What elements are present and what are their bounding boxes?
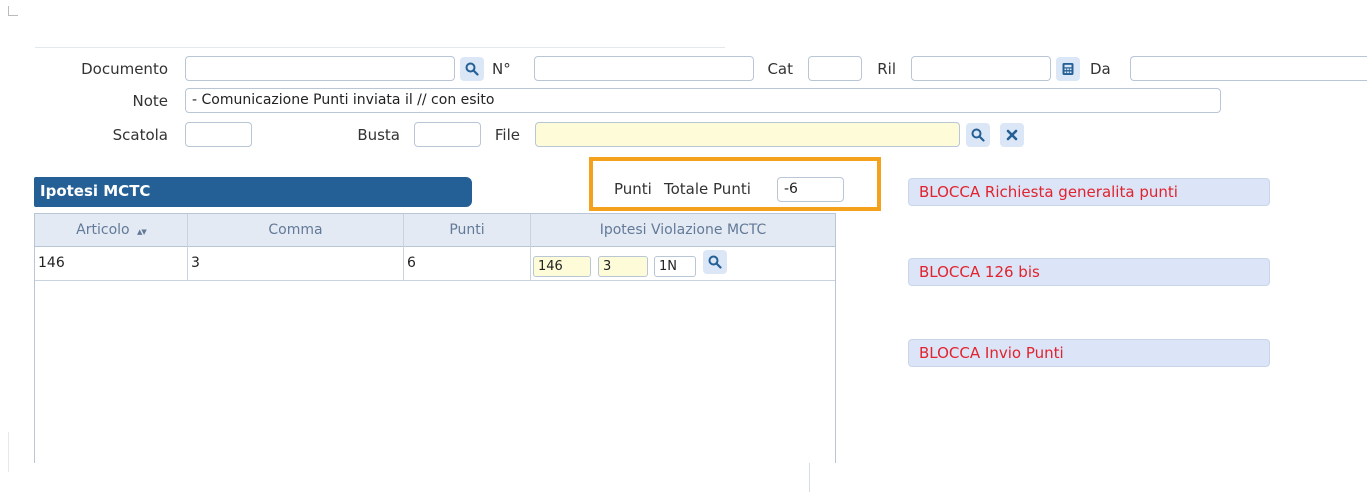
divider: [809, 463, 810, 492]
file-clear-button[interactable]: [1000, 123, 1024, 147]
numero-label: N°: [492, 60, 511, 78]
ipotesi-comma-field[interactable]: 3: [598, 256, 648, 277]
documento-field[interactable]: [185, 56, 455, 81]
scatola-label: Scatola: [112, 126, 168, 144]
divider: [8, 432, 9, 472]
section-title-ipotesi-mctc: Ipotesi MCTC: [34, 177, 472, 207]
column-label-articolo: Articolo: [76, 222, 130, 238]
totale-punti-field[interactable]: -6: [777, 177, 844, 202]
search-icon: [465, 62, 479, 76]
blocca-invio-punti-button[interactable]: BLOCCA Invio Punti: [908, 339, 1270, 367]
numero-field[interactable]: [534, 56, 754, 81]
calculator-button[interactable]: [1056, 57, 1080, 81]
note-label: Note: [132, 92, 168, 110]
table-row[interactable]: 146 3 6 146 3 1N: [35, 247, 835, 281]
ril-field[interactable]: [911, 56, 1051, 81]
note-field[interactable]: - Comunicazione Punti inviata il // con …: [185, 88, 1221, 113]
column-header-comma[interactable]: Comma: [188, 214, 404, 247]
column-header-punti[interactable]: Punti: [404, 214, 531, 247]
ipotesi-codice-field[interactable]: 1N: [654, 256, 696, 277]
file-field[interactable]: [535, 122, 960, 147]
cell-comma: 3: [188, 247, 404, 280]
search-icon: [708, 255, 722, 269]
divider: [35, 47, 725, 48]
cat-label: Cat: [767, 60, 793, 78]
file-search-button[interactable]: [966, 123, 990, 147]
file-label: File: [494, 126, 520, 144]
cat-field[interactable]: [808, 56, 862, 81]
window-corner-mark: [8, 6, 18, 16]
cell-ipotesi-violazione: 146 3 1N: [531, 247, 835, 280]
ipotesi-articolo-field[interactable]: 146: [533, 256, 591, 277]
search-icon: [971, 128, 985, 142]
ril-label: Ril: [877, 60, 896, 78]
column-header-articolo[interactable]: Articolo ▲▼: [35, 214, 188, 247]
scatola-field[interactable]: [185, 122, 252, 147]
grid-header: Articolo ▲▼ Comma Punti Ipotesi Violazio…: [35, 214, 835, 247]
ipotesi-search-button[interactable]: [703, 250, 727, 274]
cell-articolo: 146: [35, 247, 188, 280]
column-header-ipotesi-violazione[interactable]: Ipotesi Violazione MCTC: [531, 214, 835, 247]
documento-label: Documento: [81, 60, 168, 78]
blocca-richiesta-generalita-button[interactable]: BLOCCA Richiesta generalita punti: [908, 178, 1270, 206]
da-label: Da: [1090, 60, 1111, 78]
busta-field[interactable]: [414, 122, 481, 147]
totale-punti-label: Totale Punti: [664, 180, 751, 198]
ipotesi-grid: Articolo ▲▼ Comma Punti Ipotesi Violazio…: [34, 213, 836, 463]
punti-label: Punti: [614, 180, 652, 198]
sort-icon: ▲▼: [137, 228, 147, 236]
calculator-icon: [1062, 63, 1074, 75]
blocca-126-bis-button[interactable]: BLOCCA 126 bis: [908, 258, 1270, 286]
close-icon: [1006, 129, 1018, 141]
da-field[interactable]: [1130, 56, 1367, 81]
cell-punti: 6: [404, 247, 531, 280]
documento-search-button[interactable]: [460, 57, 484, 81]
busta-label: Busta: [357, 126, 400, 144]
